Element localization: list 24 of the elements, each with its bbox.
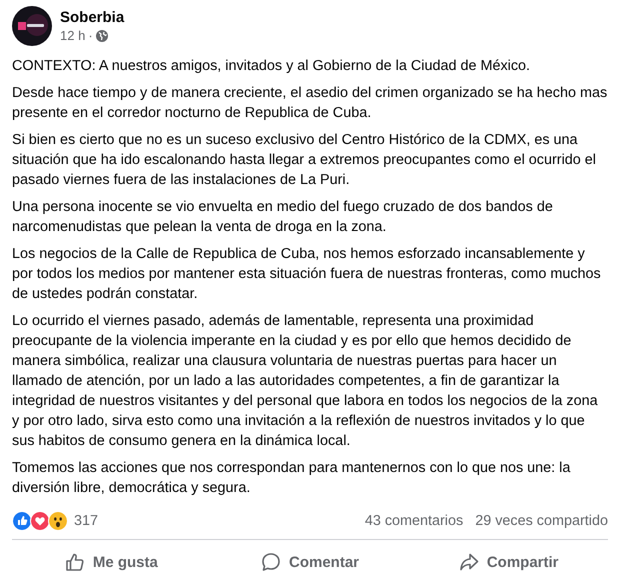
share-count[interactable]: 29 veces compartido	[475, 513, 608, 529]
author-name[interactable]: Soberbia	[60, 9, 124, 26]
wow-reaction-icon[interactable]	[48, 511, 68, 531]
comment-count[interactable]: 43 comentarios	[364, 513, 464, 529]
post-paragraph: CONTEXTO: A nuestros amigos, invitados y al Gobierno de la Ciudad de México.	[12, 57, 532, 76]
like-button[interactable]: Me gusta	[12, 544, 211, 576]
post-paragraph: Desde hace tiempo y de manera creciente, el asedio del crimen organizado se ha hecho mas presente en el corredor nocturno de Republica de Cuba.	[12, 84, 608, 123]
globe-icon	[96, 30, 108, 42]
post-paragraph: Tomemos las acciones que nos correspondan para mantenernos con lo que nos une: la diversión libre, democrática y segura.	[12, 459, 572, 498]
like-reaction-icon[interactable]	[12, 511, 32, 531]
reaction-count[interactable]: 317	[74, 513, 98, 529]
comment-button[interactable]: Comentar	[210, 544, 410, 576]
separator: ·	[88, 28, 93, 43]
post-paragraph: Lo ocurrido el viernes pasado, además de lamentable, representa una proximidad preocupante de la violencia imperante en la ciudad y es por ello que hemos decidido de manera simbólica, realizar una clausura voluntaria de nuestras puertas para hacer un llamado de atención, por un lado a las autoridades competentes, a fin de garantizar la integridad de nuestros visitantes y del personal que labora en todos los negocios de la zona y por otro lado, sirva esto como una invitación a la reflexión de nuestros invitados y lo que sus habitos de consumo genera en la dinámica local.	[12, 312, 599, 451]
post-paragraph: Una persona inocente se vio envuelta en medio del fuego cruzado de dos bandos de narcomenudistas que pelean la venta de droga en la zona.	[12, 198, 554, 237]
speech-bubble-icon	[261, 552, 281, 572]
post-time[interactable]: 12 h	[60, 28, 86, 43]
heart-reaction-icon[interactable]	[30, 511, 50, 531]
avatar-logo[interactable]	[12, 6, 52, 46]
thumbs-up-icon	[64, 552, 85, 572]
post-paragraph: Los negocios de la Calle de Republica de Cuba, nos hemos esforzado incansablemente y por todos los medios por mantener esta situación fuera de nuestras fronteras, como muchos de ustedes podrán constatar.	[12, 245, 602, 304]
share-button[interactable]: Compartir	[409, 544, 608, 576]
post-paragraph: Si bien es cierto que no es un suceso exclusivo del Centro Histórico de la CDMX, es una situación que ha ido escalonando hasta llegar a extremos preocupantes como el ocurrido el pasado viernes fuera de las instalaciones de La Puri.	[12, 131, 597, 190]
share-arrow-icon	[458, 552, 479, 572]
